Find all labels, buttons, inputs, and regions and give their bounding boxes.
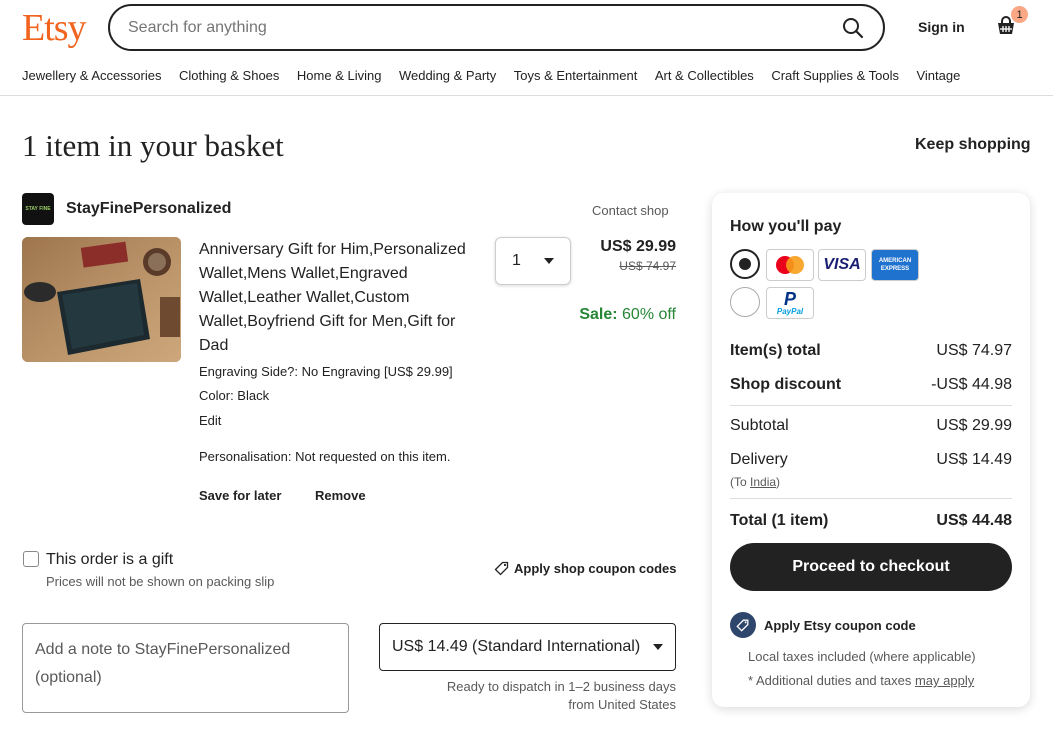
country-link[interactable]: India bbox=[750, 475, 776, 489]
amex-icon: AMERICAN EXPRESS bbox=[871, 249, 919, 281]
page-title: 1 item in your basket bbox=[22, 128, 284, 163]
total-value: US$ 44.48 bbox=[936, 512, 1012, 529]
may-apply-link[interactable]: may apply bbox=[915, 673, 974, 688]
visa-icon: VISA bbox=[818, 249, 866, 281]
etsy-logo[interactable]: Etsy bbox=[22, 6, 87, 50]
items-total-label: Item(s) total bbox=[730, 342, 821, 359]
to-prefix: (To bbox=[730, 475, 751, 489]
gift-subtext: Prices will not be shown on packing slip bbox=[46, 574, 275, 589]
nav-item-art[interactable]: Art & Collectibles bbox=[655, 68, 754, 83]
duties-note: * Additional duties and taxes may apply bbox=[748, 673, 974, 688]
total-label: Total (1 item) bbox=[730, 512, 829, 529]
note-to-seller-textarea[interactable]: Add a note to StayFinePersonalized (opti… bbox=[22, 623, 349, 713]
sale-label: Sale: bbox=[579, 306, 618, 323]
paypal-payment-radio[interactable] bbox=[730, 287, 760, 317]
mastercard-icon bbox=[766, 249, 814, 281]
item-price: US$ 29.99 bbox=[600, 238, 676, 255]
shop-avatar[interactable]: STAY FINE bbox=[22, 193, 54, 225]
category-nav: Jewellery & Accessories Clothing & Shoes… bbox=[22, 68, 978, 83]
dispatch-origin: from United States bbox=[568, 697, 676, 712]
personalisation-note: Personalisation: Not requested on this i… bbox=[199, 449, 451, 464]
duties-prefix: * Additional duties and taxes bbox=[748, 673, 915, 688]
original-price: US$ 74.97 bbox=[619, 259, 676, 273]
caret-down-icon bbox=[544, 258, 554, 264]
engraving-option: Engraving Side?: No Engraving [US$ 29.99… bbox=[199, 364, 453, 379]
shop-avatar-text: STAY FINE bbox=[25, 206, 51, 212]
items-total-row: Item(s) total US$ 74.97 bbox=[730, 342, 1012, 360]
gift-checkbox[interactable] bbox=[23, 551, 39, 567]
paypal-text: PayPal bbox=[776, 306, 804, 316]
discount-value: -US$ 44.98 bbox=[931, 376, 1012, 393]
tax-note: Local taxes included (where applicable) bbox=[748, 649, 976, 664]
search-icon[interactable] bbox=[841, 16, 865, 40]
nav-item-wedding[interactable]: Wedding & Party bbox=[399, 68, 496, 83]
shop-discount-row: Shop discount -US$ 44.98 bbox=[730, 376, 1012, 394]
etsy-coupon-label: Apply Etsy coupon code bbox=[764, 617, 916, 633]
amex-text-1: AMERICAN bbox=[878, 258, 912, 264]
delivery-select[interactable]: US$ 14.49 (Standard International) bbox=[379, 623, 676, 671]
sign-in-link[interactable]: Sign in bbox=[918, 19, 965, 35]
basket-count-badge: 1 bbox=[1011, 6, 1028, 23]
gift-label[interactable]: This order is a gift bbox=[46, 551, 173, 569]
search-input[interactable] bbox=[128, 18, 841, 37]
delivery-option-value: US$ 14.49 (Standard International) bbox=[392, 638, 641, 655]
delivery-row: Delivery US$ 14.49 bbox=[730, 451, 1012, 469]
proceed-to-checkout-button[interactable]: Proceed to checkout bbox=[730, 543, 1012, 591]
items-total-value: US$ 74.97 bbox=[936, 342, 1012, 359]
nav-item-home[interactable]: Home & Living bbox=[297, 68, 382, 83]
etsy-coupon-button[interactable]: Apply Etsy coupon code bbox=[730, 612, 916, 638]
product-image[interactable] bbox=[22, 237, 181, 362]
quantity-value: 1 bbox=[512, 252, 521, 269]
amex-text-2: EXPRESS bbox=[880, 266, 910, 272]
search-bar[interactable] bbox=[108, 4, 885, 51]
delivery-value: US$ 14.49 bbox=[936, 451, 1012, 468]
summary-divider bbox=[730, 498, 1012, 499]
nav-item-clothing[interactable]: Clothing & Shoes bbox=[179, 68, 279, 83]
dispatch-info: Ready to dispatch in 1–2 business days f… bbox=[400, 678, 676, 714]
summary-divider bbox=[730, 405, 1012, 406]
nav-divider bbox=[0, 95, 1053, 96]
subtotal-label: Subtotal bbox=[730, 417, 789, 434]
edit-link[interactable]: Edit bbox=[199, 413, 221, 428]
delivery-label: Delivery bbox=[730, 451, 788, 468]
dispatch-time: Ready to dispatch in 1–2 business days bbox=[446, 679, 676, 694]
shop-name-link[interactable]: StayFinePersonalized bbox=[66, 200, 231, 218]
nav-item-toys[interactable]: Toys & Entertainment bbox=[514, 68, 638, 83]
visa-text: VISA bbox=[823, 256, 861, 273]
total-row: Total (1 item) US$ 44.48 bbox=[730, 512, 1012, 530]
delivery-destination: (To India) bbox=[730, 475, 780, 489]
payment-heading: How you'll pay bbox=[730, 218, 842, 235]
shop-coupon-button[interactable]: Apply shop coupon codes bbox=[494, 560, 677, 576]
sale-value: 60% off bbox=[622, 306, 676, 323]
color-option: Color: Black bbox=[199, 388, 270, 403]
caret-down-icon bbox=[653, 644, 663, 650]
subtotal-value: US$ 29.99 bbox=[936, 417, 1012, 434]
keep-shopping-link[interactable]: Keep shopping bbox=[915, 136, 1031, 154]
sale-badge: Sale: 60% off bbox=[540, 306, 676, 324]
tag-icon bbox=[494, 561, 509, 576]
coupon-tag-icon bbox=[730, 612, 756, 638]
save-for-later-button[interactable]: Save for later bbox=[199, 488, 281, 503]
subtotal-row: Subtotal US$ 29.99 bbox=[730, 417, 1012, 435]
contact-shop-link[interactable]: Contact shop bbox=[592, 203, 669, 218]
nav-item-craft[interactable]: Craft Supplies & Tools bbox=[771, 68, 899, 83]
discount-label: Shop discount bbox=[730, 376, 842, 393]
nav-item-jewellery[interactable]: Jewellery & Accessories bbox=[22, 68, 161, 83]
to-suffix: ) bbox=[776, 475, 781, 489]
product-title-link[interactable]: Anniversary Gift for Him,Personalized Wa… bbox=[199, 238, 479, 358]
paypal-icon: P PayPal bbox=[766, 287, 814, 319]
nav-item-vintage[interactable]: Vintage bbox=[916, 68, 960, 83]
shop-coupon-label: Apply shop coupon codes bbox=[514, 560, 677, 576]
card-payment-radio[interactable] bbox=[730, 249, 760, 279]
remove-button[interactable]: Remove bbox=[315, 488, 366, 503]
